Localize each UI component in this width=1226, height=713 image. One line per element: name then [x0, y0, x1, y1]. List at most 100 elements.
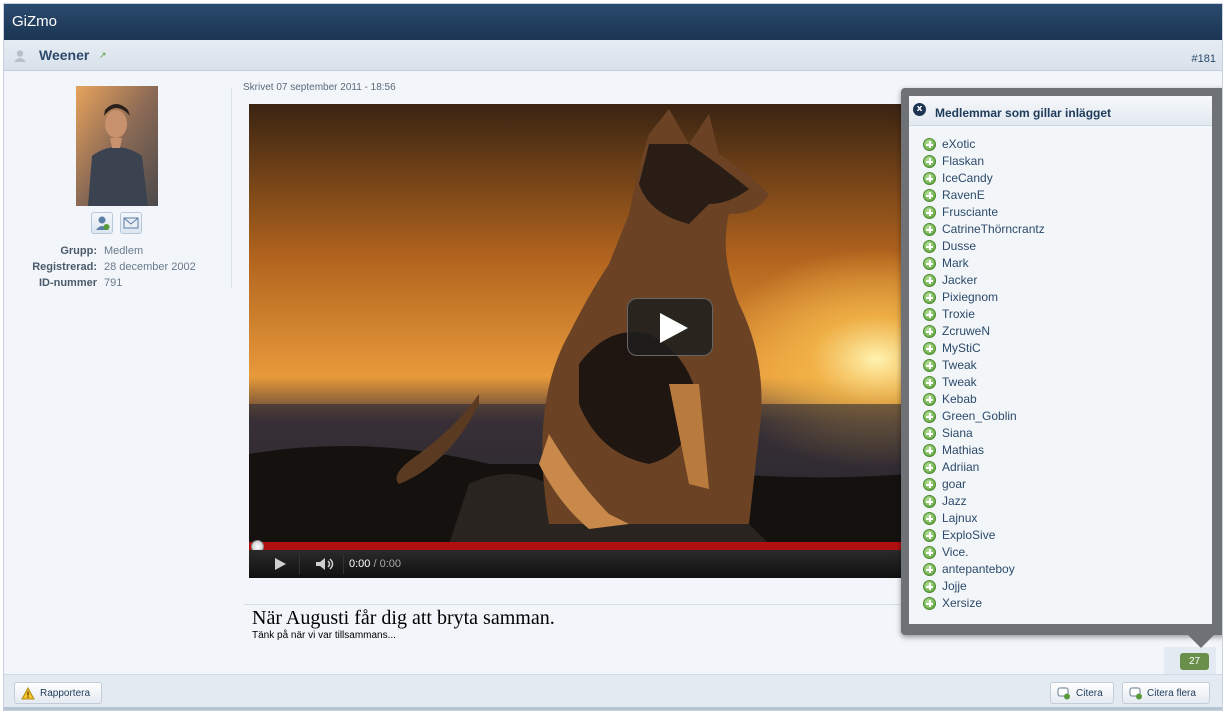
quote-button[interactable]: Citera — [1050, 682, 1114, 704]
add-friend-button[interactable] — [91, 212, 113, 234]
liker-name-link[interactable]: ExploSive — [942, 528, 995, 542]
add-friend-icon[interactable] — [923, 223, 936, 236]
liker-name-link[interactable]: Pixiegnom — [942, 290, 998, 304]
add-friend-icon[interactable] — [923, 172, 936, 185]
avatar[interactable] — [76, 86, 158, 206]
liker-name-link[interactable]: Jazz — [942, 494, 967, 508]
liker-name-link[interactable]: Mathias — [942, 443, 984, 457]
topic-header: GiZmo — [4, 4, 1222, 40]
profile-row-group: Grupp: Medlem — [4, 245, 232, 261]
author-name-link[interactable]: Weener — [39, 47, 89, 63]
group-label: Grupp: — [60, 245, 97, 257]
external-link-icon[interactable]: ↗ — [99, 51, 107, 61]
add-friend-icon[interactable] — [923, 206, 936, 219]
controls-separator — [299, 554, 300, 574]
add-friend-icon[interactable] — [923, 138, 936, 151]
likes-popup-pointer — [1187, 634, 1215, 648]
post-number-link[interactable]: #181 — [1192, 53, 1216, 65]
liker-name-link[interactable]: goar — [942, 477, 966, 491]
topic-title: GiZmo — [12, 13, 57, 30]
likes-count-badge[interactable]: 27 — [1180, 653, 1209, 670]
registered-value: 28 december 2002 — [104, 261, 196, 273]
add-friend-icon[interactable] — [923, 325, 936, 338]
add-friend-icon[interactable] — [923, 495, 936, 508]
likes-popup-body: x Medlemmar som gillar inlägget eXotic Fl… — [909, 96, 1212, 624]
likes-popup: x Medlemmar som gillar inlägget eXotic Fl… — [901, 88, 1222, 635]
close-icon[interactable]: x — [913, 103, 926, 116]
liker-name-link[interactable]: Xersize — [942, 596, 982, 610]
sidebar-divider — [231, 88, 232, 288]
video-thumbnail — [249, 104, 909, 544]
report-button[interactable]: Rapportera — [14, 682, 102, 704]
liker-name-link[interactable]: Siana — [942, 426, 973, 440]
add-friend-icon[interactable] — [923, 597, 936, 610]
liker-name-link[interactable]: eXotic — [942, 137, 975, 151]
liker-name-link[interactable]: CatrineThörncrantz — [942, 222, 1045, 236]
add-friend-icon[interactable] — [923, 359, 936, 372]
add-friend-icon[interactable] — [923, 529, 936, 542]
add-friend-icon[interactable] — [923, 189, 936, 202]
liker-name-link[interactable]: RavenE — [942, 188, 985, 202]
likes-popup-title: Medlemmar som gillar inlägget — [935, 106, 1112, 120]
add-friend-icon[interactable] — [923, 461, 936, 474]
liker-name-link[interactable]: Vice. — [942, 545, 968, 559]
liker-name-link[interactable]: Tweak — [942, 375, 977, 389]
liker-name-link[interactable]: Flaskan — [942, 154, 984, 168]
quote-multi-label: Citera flera — [1147, 688, 1196, 699]
time-current: 0:00 — [349, 558, 371, 570]
add-friend-icon[interactable] — [923, 427, 936, 440]
profile-row-id: ID-nummer 791 — [4, 277, 232, 293]
liker-name-link[interactable]: Mark — [942, 256, 969, 270]
liker-name-link[interactable]: Tweak — [942, 358, 977, 372]
add-friend-icon[interactable] — [923, 478, 936, 491]
profile-row-registered: Registrerad: 28 december 2002 — [4, 261, 232, 277]
liker-name-link[interactable]: Jacker — [942, 273, 977, 287]
report-label: Rapportera — [40, 688, 91, 699]
liker-name-link[interactable]: Dusse — [942, 239, 976, 253]
video-controls: 0:00 / 0:00 — [249, 550, 909, 578]
liker-name-link[interactable]: Troxie — [942, 307, 975, 321]
liker-name-link[interactable]: Kebab — [942, 392, 977, 406]
add-friend-icon[interactable] — [923, 393, 936, 406]
add-friend-icon[interactable] — [923, 274, 936, 287]
volume-icon[interactable] — [315, 557, 337, 571]
add-friend-icon[interactable] — [923, 308, 936, 321]
quote-label: Citera — [1076, 688, 1103, 699]
add-friend-icon[interactable] — [923, 563, 936, 576]
add-friend-icon[interactable] — [923, 410, 936, 423]
add-friend-icon[interactable] — [923, 257, 936, 270]
warning-icon — [21, 687, 35, 700]
add-friend-icon[interactable] — [923, 376, 936, 389]
liker-name-link[interactable]: ZcruweN — [942, 324, 990, 338]
likes-popup-header: x Medlemmar som gillar inlägget — [909, 96, 1212, 126]
group-value: Medlem — [104, 245, 144, 257]
liker-name-link[interactable]: antepanteboy — [942, 562, 1015, 576]
liker-name-link[interactable]: IceCandy — [942, 171, 993, 185]
liker-name-link[interactable]: Green_Goblin — [942, 409, 1017, 423]
send-message-button[interactable] — [120, 212, 142, 234]
controls-separator — [343, 554, 344, 574]
add-friend-icon[interactable] — [923, 546, 936, 559]
liker-name-link[interactable]: MyStiC — [942, 341, 981, 355]
quote-multi-button[interactable]: Citera flera — [1122, 682, 1210, 704]
big-play-button[interactable] — [627, 298, 713, 356]
add-friend-icon[interactable] — [923, 342, 936, 355]
quote-multi-icon — [1129, 687, 1142, 700]
progress-bar[interactable] — [249, 542, 909, 550]
add-friend-icon[interactable] — [923, 240, 936, 253]
liker-name-link[interactable]: Adriian — [942, 460, 979, 474]
add-friend-icon[interactable] — [923, 291, 936, 304]
liker-name-link[interactable]: Lajnux — [942, 511, 977, 525]
video-player[interactable]: 0:00 / 0:00 — [249, 104, 909, 578]
post-caption-sub: Tänk på när vi var tillsammans... — [252, 630, 396, 641]
liker-name-link[interactable]: Frusciante — [942, 205, 998, 219]
liker-name-link[interactable]: Jojje — [942, 579, 967, 593]
play-icon[interactable] — [273, 557, 287, 571]
author-sidebar: Grupp: Medlem Registrerad: 28 december 2… — [4, 72, 232, 292]
add-friend-icon[interactable] — [923, 155, 936, 168]
time-separator: / — [370, 558, 380, 570]
add-friend-icon[interactable] — [923, 512, 936, 525]
add-friend-icon[interactable] — [923, 444, 936, 457]
footer-border — [4, 707, 1222, 710]
add-friend-icon[interactable] — [923, 580, 936, 593]
